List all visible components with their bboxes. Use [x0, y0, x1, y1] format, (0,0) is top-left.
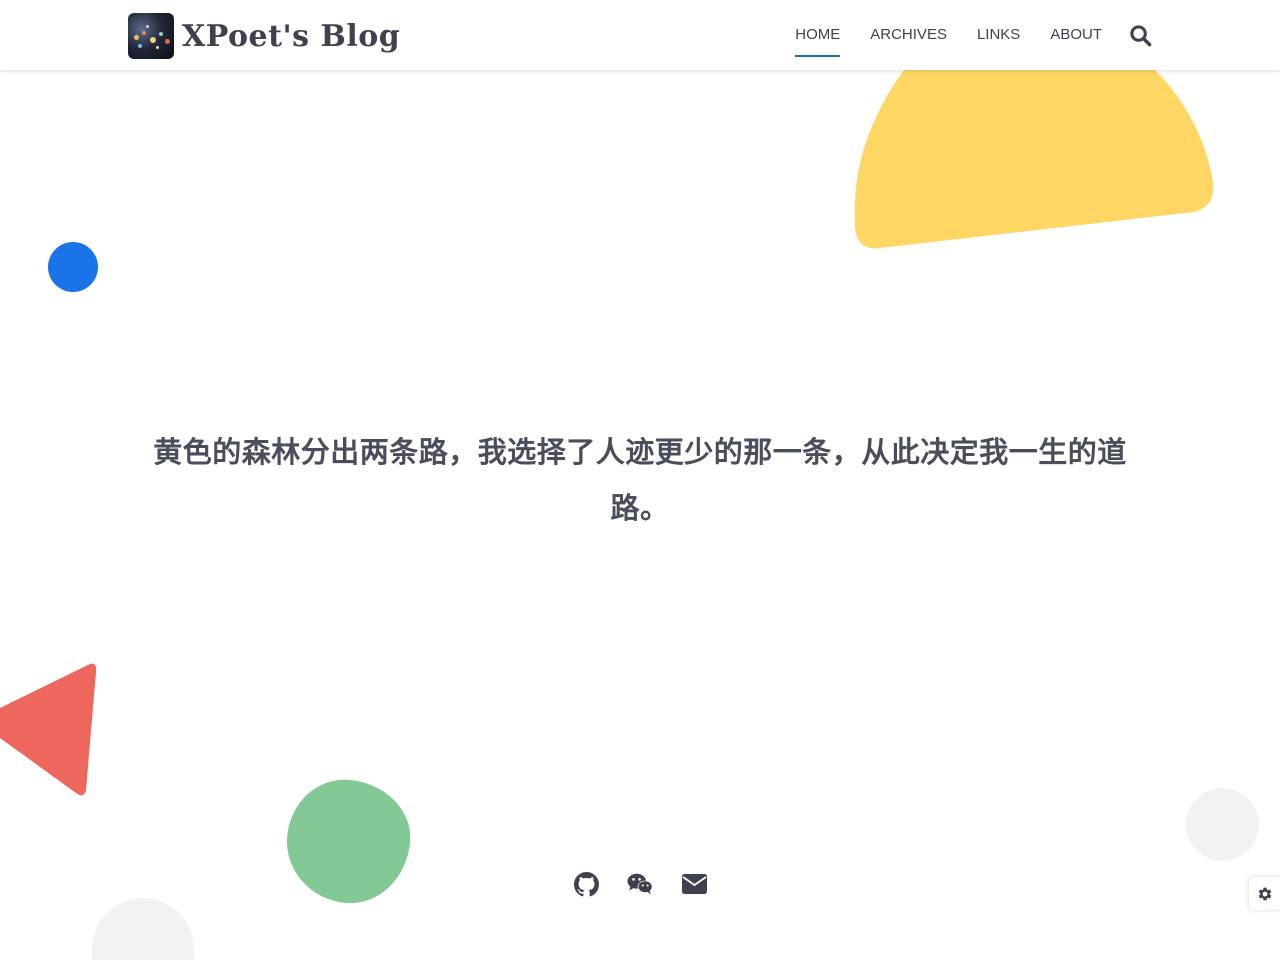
yellow-half-circle-shape — [854, 70, 1214, 249]
search-button[interactable] — [1128, 23, 1152, 47]
wechat-icon — [627, 873, 653, 895]
social-links — [0, 871, 1280, 897]
wechat-link[interactable] — [627, 871, 653, 897]
grey-circle-shape-bottom — [92, 898, 194, 960]
envelope-icon — [681, 874, 707, 894]
nav-links[interactable]: LINKS — [977, 0, 1020, 70]
gear-icon — [1258, 887, 1271, 900]
settings-button[interactable] — [1249, 877, 1280, 910]
nav-about[interactable]: ABOUT — [1050, 0, 1102, 70]
site-brand-link[interactable]: XPoet's Blog — [128, 13, 400, 59]
red-triangle-shape — [0, 663, 97, 796]
github-link[interactable] — [573, 871, 599, 897]
hero-motto: 黄色的森林分出两条路，我选择了人迹更少的那一条，从此决定我一生的道路。 — [153, 435, 1127, 525]
grey-circle-shape-right — [1186, 788, 1259, 861]
site-title: XPoet's Blog — [182, 18, 401, 54]
github-icon — [573, 871, 599, 896]
site-logo — [128, 13, 174, 59]
blue-circle-shape — [48, 242, 98, 292]
email-link[interactable] — [681, 871, 707, 897]
main-nav: HOME ARCHIVES LINKS ABOUT — [765, 0, 1152, 70]
site-header: XPoet's Blog HOME ARCHIVES LINKS ABOUT — [0, 0, 1280, 70]
search-icon — [1129, 24, 1151, 46]
nav-home[interactable]: HOME — [795, 0, 841, 70]
nav-archives[interactable]: ARCHIVES — [870, 0, 947, 70]
